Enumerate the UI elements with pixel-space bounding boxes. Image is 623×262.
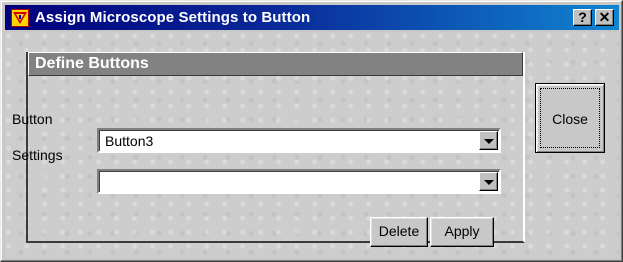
close-button-label: Close bbox=[552, 111, 588, 127]
window-title: Assign Microscope Settings to Button bbox=[35, 9, 311, 26]
settings-label: Settings bbox=[12, 147, 63, 163]
dialog-client-area: Define Buttons Button Button3 Settings D… bbox=[5, 32, 619, 258]
window-close-button[interactable]: ✕ bbox=[595, 9, 614, 26]
close-icon: ✕ bbox=[598, 9, 611, 25]
title-bar[interactable]: Assign Microscope Settings to Button ? ✕ bbox=[5, 5, 619, 30]
chevron-down-icon[interactable] bbox=[479, 172, 498, 191]
group-title: Define Buttons bbox=[28, 52, 523, 76]
button-select[interactable]: Button3 bbox=[97, 128, 501, 153]
help-button[interactable]: ? bbox=[573, 9, 592, 26]
delete-button[interactable]: Delete bbox=[370, 217, 428, 247]
dialog-window: Assign Microscope Settings to Button ? ✕… bbox=[0, 0, 623, 262]
close-button[interactable]: Close bbox=[535, 83, 605, 153]
apply-button[interactable]: Apply bbox=[430, 217, 494, 247]
settings-select[interactable] bbox=[97, 169, 501, 194]
app-icon bbox=[11, 8, 29, 27]
button-label: Button bbox=[12, 111, 53, 127]
button-select-value: Button3 bbox=[105, 133, 154, 149]
chevron-down-icon[interactable] bbox=[479, 131, 498, 150]
